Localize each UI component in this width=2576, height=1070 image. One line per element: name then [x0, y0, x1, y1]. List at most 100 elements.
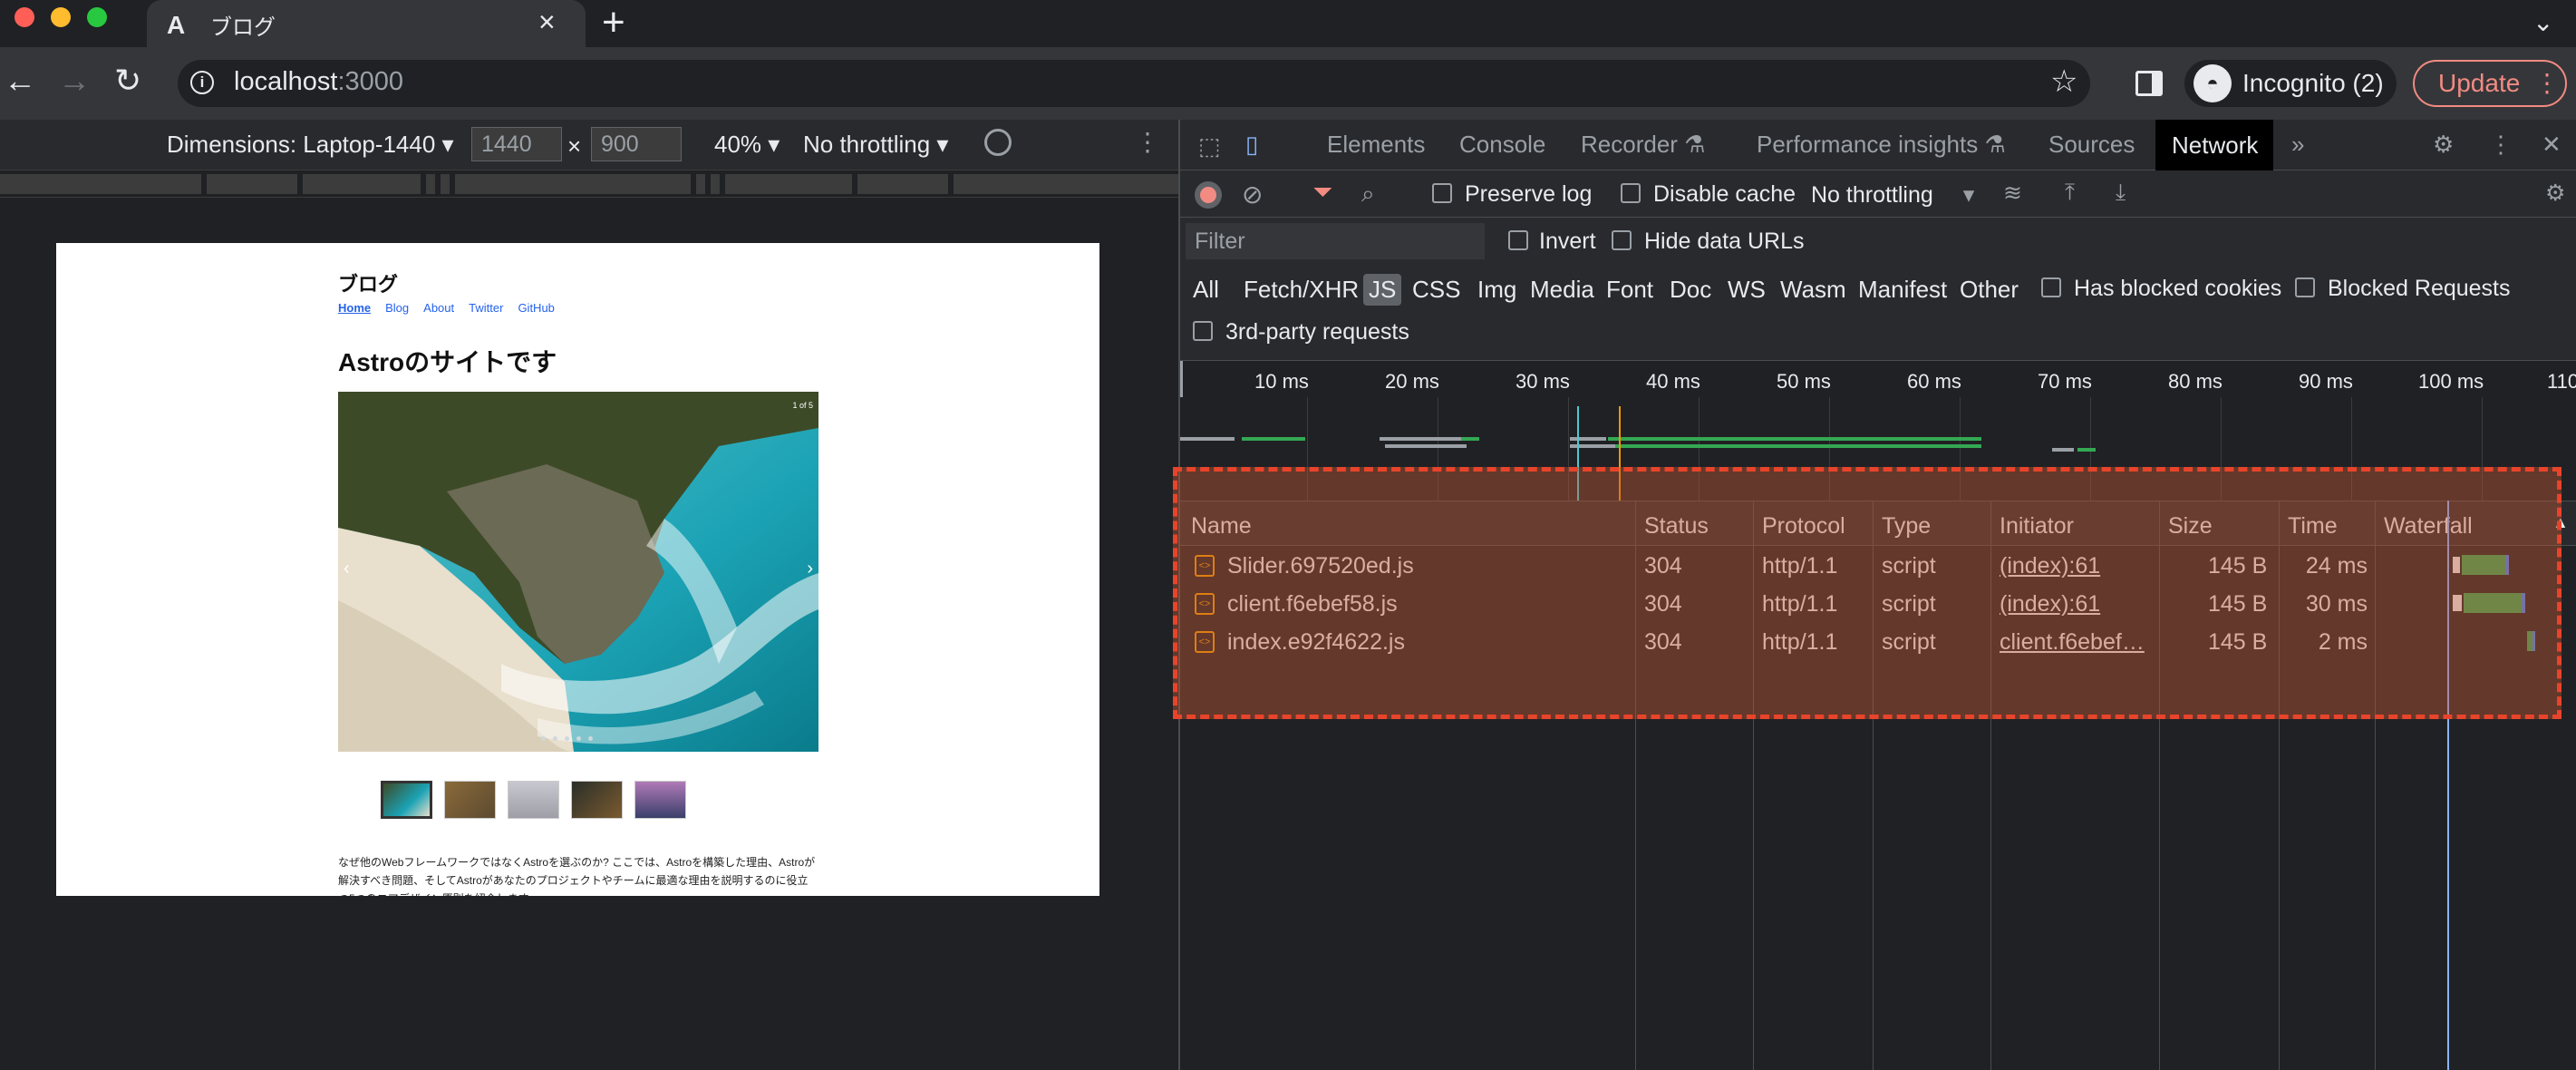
bookmark-star-icon[interactable]: ☆	[2050, 63, 2077, 100]
slider-next-icon[interactable]: ›	[807, 559, 813, 579]
dimensions-select[interactable]: Dimensions: Laptop-1440 ▾	[167, 131, 454, 159]
close-tab-icon[interactable]: ×	[538, 5, 556, 39]
blocked-requests-label: Blocked Requests	[2328, 276, 2511, 301]
slider-dot[interactable]	[541, 736, 546, 741]
tab-elements[interactable]: Elements	[1327, 131, 1425, 159]
search-icon[interactable]: ⌕	[1361, 180, 1375, 209]
nav-github-link[interactable]: GitHub	[518, 301, 554, 315]
filter-css[interactable]: CSS	[1412, 276, 1460, 304]
preserve-log-checkbox[interactable]	[1432, 183, 1452, 208]
slider-prev-icon[interactable]: ‹	[344, 559, 350, 579]
tab-network[interactable]: Network	[2155, 120, 2273, 170]
record-icon[interactable]	[1195, 181, 1222, 209]
network-throttling-select[interactable]: No throttling ▾	[1811, 181, 1974, 209]
thumbnail-5[interactable]	[634, 781, 686, 819]
filter-ws[interactable]: WS	[1728, 276, 1766, 304]
filter-img[interactable]: Img	[1477, 276, 1516, 304]
export-har-icon[interactable]: ⤓	[2116, 180, 2126, 206]
slider-dot[interactable]	[565, 736, 569, 741]
network-toolbar: ⊘ ⏷ ⌕ Preserve log Disable cache No thro…	[1180, 170, 2576, 218]
height-input[interactable]: 900	[591, 127, 682, 161]
filter-other[interactable]: Other	[1960, 276, 2019, 304]
site-nav: Home Blog About Twitter GitHub	[338, 301, 555, 315]
incognito-profile-button[interactable]: ◓ Incognito (2)	[2184, 60, 2397, 107]
tab-performance-label: Performance insights	[1757, 131, 1979, 158]
tab-recorder[interactable]: Recorder ⚗	[1581, 131, 1705, 159]
slider-dot[interactable]	[576, 736, 581, 741]
width-input[interactable]: 1440	[471, 127, 562, 161]
reload-icon[interactable]: ↻	[114, 58, 141, 103]
image-slider[interactable]: 1 of 5 ‹ ›	[338, 392, 818, 752]
filter-funnel-icon[interactable]: ⏷	[1312, 178, 1332, 208]
minimize-window-button[interactable]	[51, 7, 71, 27]
dimensions-label: Dimensions: Laptop-1440	[167, 131, 436, 158]
import-har-icon[interactable]: ⤒	[2065, 180, 2075, 206]
emulated-viewport: ブログ Home Blog About Twitter GitHub Astro…	[56, 243, 1099, 896]
close-window-button[interactable]	[15, 7, 34, 27]
profile-label: Incognito (2)	[2242, 69, 2384, 97]
filter-input[interactable]: Filter	[1186, 223, 1485, 259]
slider-dot[interactable]	[553, 736, 557, 741]
slider-dot[interactable]	[588, 736, 593, 741]
thumbnail-4[interactable]	[571, 781, 623, 819]
forward-icon[interactable]: →	[58, 58, 91, 103]
nav-about-link[interactable]: About	[423, 301, 454, 315]
slide-counter: 1 of 5	[792, 401, 813, 410]
new-tab-icon[interactable]: +	[602, 0, 625, 45]
devtools-more-icon[interactable]: ⋮	[2489, 131, 2513, 159]
filter-fetch-xhr[interactable]: Fetch/XHR	[1244, 276, 1359, 304]
network-settings-icon[interactable]: ⚙	[2545, 180, 2565, 207]
more-tabs-icon[interactable]: »	[2291, 131, 2304, 159]
filter-media[interactable]: Media	[1530, 276, 1594, 304]
invert-checkbox[interactable]	[1508, 230, 1528, 255]
disable-cache-checkbox[interactable]	[1621, 183, 1641, 208]
nav-blog-link[interactable]: Blog	[385, 301, 409, 315]
zoom-select[interactable]: 40% ▾	[714, 131, 780, 159]
flask-icon: ⚗	[1984, 131, 2006, 158]
browser-tab[interactable]: A ブログ ×	[147, 0, 586, 47]
nav-home-link[interactable]: Home	[338, 301, 371, 315]
device-toggle-icon[interactable]: ▯	[1245, 131, 1258, 159]
network-conditions-icon[interactable]: ≋	[2003, 180, 2022, 207]
update-button[interactable]: Update ⋮	[2413, 60, 2567, 107]
media-query-ruler[interactable]	[0, 170, 1178, 198]
thumbnail-3[interactable]	[508, 781, 559, 819]
back-icon[interactable]: ←	[4, 58, 36, 103]
tab-performance-insights[interactable]: Performance insights ⚗	[1757, 131, 2006, 159]
filter-bar: Filter Invert Hide data URLs	[1180, 218, 2576, 265]
tab-console[interactable]: Console	[1459, 131, 1545, 159]
inspect-element-icon[interactable]: ⬚	[1198, 132, 1221, 160]
kebab-menu-icon[interactable]: ⋮	[2534, 62, 2560, 105]
thumbnail-2[interactable]	[444, 781, 496, 819]
site-info-icon[interactable]: i	[190, 71, 214, 94]
throttling-select[interactable]: No throttling ▾	[803, 131, 948, 159]
browser-toolbar: ← → ↻ i localhost:3000 ☆ ◓ Incognito (2)…	[0, 47, 2576, 120]
maximize-window-button[interactable]	[87, 7, 107, 27]
timeline-tick: 10 ms	[1254, 370, 1309, 393]
tab-sources[interactable]: Sources	[2048, 131, 2135, 159]
address-bar[interactable]: i localhost:3000 ☆	[178, 60, 2090, 107]
rotate-icon[interactable]	[984, 129, 1012, 156]
filter-all[interactable]: All	[1193, 276, 1219, 304]
third-party-checkbox[interactable]	[1193, 321, 1213, 345]
close-devtools-icon[interactable]: ✕	[2542, 131, 2561, 159]
chevron-down-icon[interactable]: ⌄	[2532, 7, 2553, 37]
hide-data-urls-checkbox[interactable]	[1612, 230, 1632, 255]
incognito-icon: ◓	[2193, 64, 2232, 102]
filter-wasm[interactable]: Wasm	[1780, 276, 1846, 304]
blocked-requests-checkbox[interactable]	[2295, 277, 2315, 302]
hide-data-urls-label: Hide data URLs	[1644, 229, 1805, 254]
nav-twitter-link[interactable]: Twitter	[469, 301, 503, 315]
resource-type-filters: All Fetch/XHR JS CSS Img Media Font Doc …	[1180, 265, 2576, 361]
filter-manifest[interactable]: Manifest	[1858, 276, 1947, 304]
device-more-icon[interactable]: ⋮	[1135, 127, 1160, 157]
side-panel-icon[interactable]	[2135, 71, 2163, 96]
clear-icon[interactable]: ⊘	[1242, 180, 1263, 209]
site-title[interactable]: ブログ	[338, 268, 398, 297]
filter-js[interactable]: JS	[1363, 274, 1402, 306]
thumbnail-1[interactable]	[381, 781, 432, 819]
filter-doc[interactable]: Doc	[1670, 276, 1711, 304]
has-blocked-cookies-checkbox[interactable]	[2041, 277, 2061, 302]
filter-font[interactable]: Font	[1606, 276, 1653, 304]
settings-gear-icon[interactable]: ⚙	[2433, 131, 2454, 159]
